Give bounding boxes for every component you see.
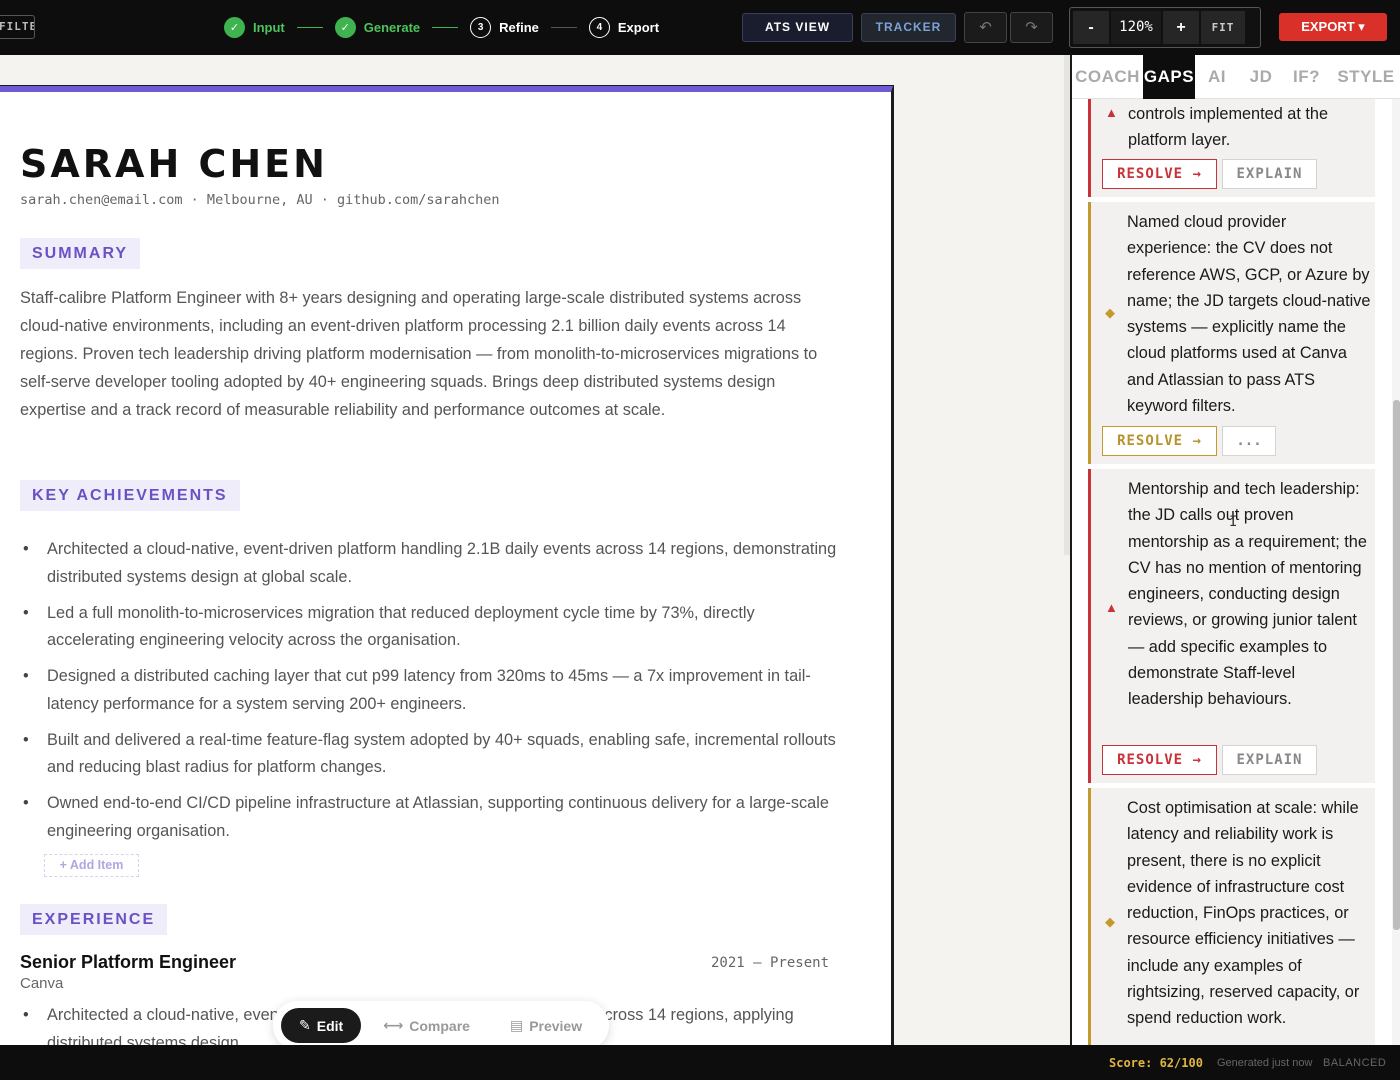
score-badge: Score: 62/100 (1109, 1056, 1203, 1070)
zoom-in-button[interactable]: + (1163, 11, 1199, 44)
step-export[interactable]: 4 Export (588, 16, 660, 38)
preview-mode-button[interactable]: ▤ Preview (492, 1008, 600, 1043)
text-cursor-icon: I (1229, 514, 1238, 530)
compare-mode-button[interactable]: ⟷ Compare (365, 1008, 488, 1043)
summary-text[interactable]: Staff-calibre Platform Engineer with 8+ … (20, 284, 840, 424)
tracker-button[interactable]: TRACKER (861, 13, 956, 42)
step-refine[interactable]: 3 Refine (470, 16, 539, 38)
gap-text: Named cloud provider experience: the CV … (1127, 213, 1371, 416)
step-label: Export (617, 19, 660, 35)
side-panel: COACH GAPS AI JD IF? STYLE ▲ controls im… (1070, 55, 1400, 1045)
list-item[interactable]: Led a full monolith-to-microservices mig… (20, 600, 840, 655)
tab-gaps[interactable]: GAPS (1143, 55, 1195, 99)
zoom-control: - 120% + FIT (1069, 7, 1261, 48)
panel-scrollbar-thumb[interactable] (1393, 400, 1400, 930)
tone-mode-label: BALANCED (1323, 1057, 1387, 1069)
resume-contact[interactable]: sarah.chen@email.com · Melbourne, AU · g… (20, 192, 500, 208)
list-item[interactable]: Owned end-to-end CI/CD pipeline infrastr… (20, 790, 840, 845)
resolve-button[interactable]: RESOLVE → (1102, 159, 1217, 189)
job-company[interactable]: Canva (20, 975, 63, 992)
compare-arrows-icon: ⟷ (383, 1017, 404, 1033)
filter-button[interactable]: FILTER (0, 15, 35, 39)
edit-mode-button[interactable]: ✎ Edit (281, 1008, 362, 1043)
tab-if[interactable]: IF? (1283, 55, 1330, 99)
resume-name[interactable]: SARAH CHEN (20, 142, 328, 186)
step-connector (432, 26, 459, 28)
step-connector (296, 26, 323, 28)
tab-jd[interactable]: JD (1239, 55, 1283, 99)
step-number: 4 (588, 16, 610, 38)
more-options-button[interactable]: ... (1222, 426, 1276, 456)
zoom-fit-button[interactable]: FIT (1201, 11, 1245, 44)
step-label: Refine (499, 19, 539, 35)
achievements-list: Architected a cloud-native, event-driven… (20, 536, 840, 854)
tab-coach[interactable]: COACH (1072, 55, 1143, 99)
gap-card: ◆ Named cloud provider experience: the C… (1088, 202, 1375, 464)
compare-label: Compare (409, 1017, 470, 1034)
progress-stepper: ✓ Input ✓ Generate 3 Refine 4 Export (224, 16, 659, 38)
tab-style[interactable]: STYLE (1330, 55, 1400, 99)
list-item[interactable]: Designed a distributed caching layer tha… (20, 663, 840, 718)
panel-tabs: COACH GAPS AI JD IF? STYLE (1072, 55, 1400, 99)
job-dates[interactable]: 2021 – Present (711, 955, 829, 971)
step-input[interactable]: ✓ Input (224, 16, 285, 38)
section-heading-achievements: KEY ACHIEVEMENTS (20, 480, 240, 511)
step-number: 3 (470, 16, 492, 38)
resume-page: SARAH CHEN sarah.chen@email.com · Melbou… (0, 86, 893, 1052)
step-label: Input (253, 19, 285, 35)
view-mode-toggle: ✎ Edit ⟷ Compare ▤ Preview (273, 1001, 609, 1050)
job-title[interactable]: Senior Platform Engineer (20, 952, 236, 973)
gap-text: Mentorship and tech leadership: the JD c… (1128, 480, 1367, 709)
redo-icon[interactable]: ↷ (1010, 12, 1053, 43)
top-toolbar: FILTER ✓ Input ✓ Generate 3 Refine 4 Exp… (0, 0, 1400, 55)
warning-triangle-icon: ▲ (1105, 105, 1118, 120)
step-generate[interactable]: ✓ Generate (334, 16, 421, 38)
zoom-level: 120% (1111, 11, 1161, 44)
pencil-icon: ✎ (299, 1017, 311, 1033)
gap-text: Cost optimisation at scale: while latenc… (1127, 799, 1360, 1028)
zoom-out-button[interactable]: - (1073, 11, 1109, 44)
preview-label: Preview (529, 1017, 583, 1034)
undo-icon[interactable]: ↶ (964, 12, 1007, 43)
section-heading-experience: EXPERIENCE (20, 904, 168, 935)
export-button[interactable]: EXPORT ▾ (1279, 13, 1387, 41)
explain-button[interactable]: EXPLAIN (1222, 745, 1317, 775)
resolve-button[interactable]: RESOLVE → (1102, 745, 1217, 775)
generated-timestamp: Generated just now (1217, 1057, 1313, 1069)
check-icon: ✓ (334, 16, 356, 38)
gap-card: ◆ Cost optimisation at scale: while late… (1088, 788, 1375, 1045)
explain-button[interactable]: EXPLAIN (1222, 159, 1317, 189)
step-label: Generate (363, 19, 421, 35)
section-heading-summary: SUMMARY (20, 238, 141, 269)
resolve-button[interactable]: RESOLVE → (1102, 426, 1217, 456)
add-item-button[interactable]: + Add Item (44, 854, 139, 877)
check-icon: ✓ (224, 16, 245, 38)
step-connector (550, 26, 577, 28)
warning-triangle-icon: ▲ (1105, 600, 1118, 615)
status-bar: Score: 62/100 Generated just now BALANCE… (0, 1045, 1400, 1080)
list-item[interactable]: Built and delivered a real-time feature-… (20, 727, 840, 782)
tab-ai[interactable]: AI (1195, 55, 1239, 99)
diamond-icon: ◆ (1105, 914, 1115, 929)
diamond-icon: ◆ (1105, 305, 1115, 320)
edit-label: Edit (316, 1017, 344, 1034)
gap-text: controls implemented at the platform lay… (1128, 105, 1329, 150)
list-item[interactable]: Architected a cloud-native, event-driven… (20, 536, 840, 591)
document-icon: ▤ (509, 1017, 524, 1033)
ats-view-button[interactable]: ATS VIEW (742, 13, 853, 42)
